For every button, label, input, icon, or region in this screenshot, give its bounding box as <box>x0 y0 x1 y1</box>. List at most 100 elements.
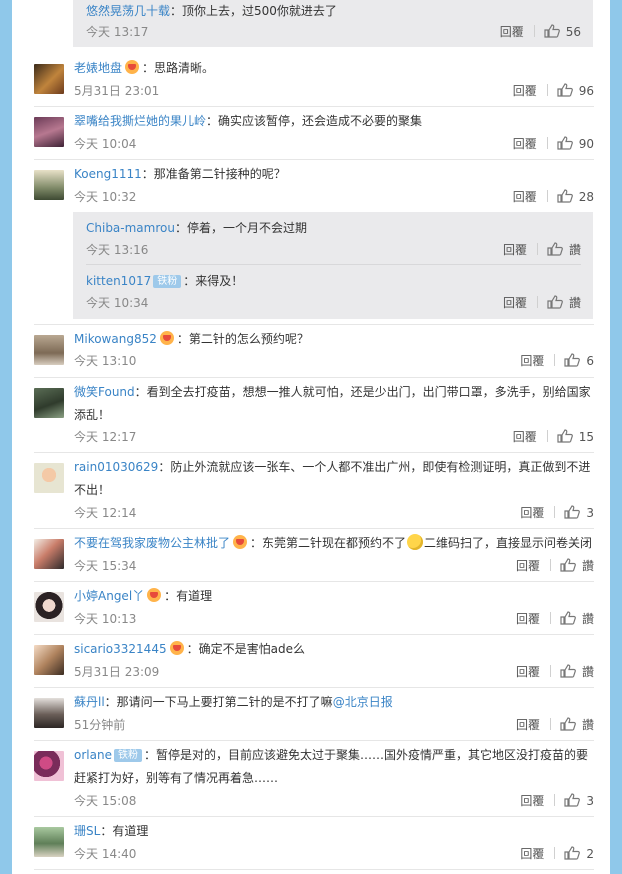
comment-text: ：确实应该暂停，还会造成不必要的聚集 <box>206 114 423 128</box>
thumbs-up-icon[interactable] <box>564 793 581 807</box>
user-link[interactable]: 微笑Found <box>74 385 135 399</box>
thumbs-up-icon[interactable] <box>560 558 576 572</box>
divider-bar <box>546 430 548 442</box>
user-link[interactable]: 蘇丹ll <box>74 695 105 709</box>
thumbs-up-icon[interactable] <box>564 846 581 860</box>
fan-badge: 铁粉 <box>113 749 142 762</box>
avatar[interactable] <box>34 751 64 781</box>
comment-actions: 回覆 3 <box>520 791 594 811</box>
user-link[interactable]: 珊SL <box>74 824 100 838</box>
user-link[interactable]: Mikowang852 <box>74 332 157 346</box>
thumbs-up-icon[interactable] <box>564 505 581 519</box>
timestamp: 51分钟前 <box>74 718 126 732</box>
user-link[interactable]: 翠嘴给我撕烂她的果儿岭 <box>74 114 206 128</box>
like-count: 15 <box>578 430 594 444</box>
comment-actions: 回覆 90 <box>513 134 594 154</box>
user-link[interactable]: 小婷Angel丫 <box>74 589 144 603</box>
avatar[interactable] <box>34 388 64 418</box>
avatar[interactable] <box>34 827 64 857</box>
reply-button[interactable]: 回覆 <box>500 25 524 39</box>
user-link[interactable]: 悠然晃荡几十载 <box>86 4 170 18</box>
thumbs-up-icon[interactable] <box>557 429 573 443</box>
user-link[interactable]: sicario3321445 <box>74 642 167 656</box>
like-count: 讚 <box>581 718 594 732</box>
comment-text: ：思路清晰。 <box>142 61 215 75</box>
avatar[interactable] <box>34 64 64 94</box>
comment-item: 翠嘴给我撕烂她的果儿岭：确实应该暂停，还会造成不必要的聚集 今天 10:04 回… <box>12 107 610 159</box>
divider <box>34 869 594 870</box>
thumbs-up-icon[interactable] <box>560 717 576 731</box>
reply-button[interactable]: 回覆 <box>516 559 540 573</box>
reply-button[interactable]: 回覆 <box>513 430 537 444</box>
comment-content: rain01030629：防止外流就应该一张车、一个人都不准出广州，即使有检测证… <box>74 456 594 502</box>
comment-item: 微笑Found：看到全去打疫苗，想想一推人就可怕，还是少出门，出门带口罩，多洗手… <box>12 378 610 452</box>
thumbs-up-icon[interactable] <box>560 664 576 678</box>
comment-actions: 回覆 讚 <box>516 715 594 735</box>
comment-text: ：那准备第二针接种的呢？ <box>141 167 286 181</box>
thumbs-up-icon[interactable] <box>544 24 560 38</box>
avatar[interactable] <box>34 463 64 493</box>
comment-content: 翠嘴给我撕烂她的果儿岭：确实应该暂停，还会造成不必要的聚集 <box>74 110 594 133</box>
reply-button[interactable]: 回覆 <box>516 718 540 732</box>
comment-text: ：第二针的怎么预约呢？ <box>176 332 309 346</box>
reply-button[interactable]: 回覆 <box>503 243 527 257</box>
reply-button[interactable]: 回覆 <box>520 354 544 368</box>
reply-button[interactable]: 回覆 <box>513 190 537 204</box>
comment-text: ：停着，一个月不会过期 <box>174 221 307 235</box>
vip-icon <box>169 641 184 655</box>
reply-button[interactable]: 回覆 <box>520 506 544 520</box>
user-link[interactable]: 不要在驾我家废物公主林批了 <box>74 536 230 550</box>
reply-button[interactable]: 回覆 <box>516 665 540 679</box>
timestamp: 今天 10:34 <box>86 296 149 310</box>
reply-button[interactable]: 回覆 <box>513 84 537 98</box>
comment-content: 微笑Found：看到全去打疫苗，想想一推人就可怕，还是少出门，出门带口罩，多洗手… <box>74 381 594 427</box>
avatar[interactable] <box>34 335 64 365</box>
user-link[interactable]: 老婊地盘 <box>74 61 122 75</box>
reply-button[interactable]: 回覆 <box>513 137 537 151</box>
like-count: 3 <box>586 794 594 808</box>
thumbs-up-icon[interactable] <box>547 242 563 256</box>
comment-text: ：确定不是害怕ade么 <box>186 642 305 656</box>
fan-badge: 铁粉 <box>153 275 182 288</box>
comment-actions: 回覆 讚 <box>516 556 594 576</box>
thumbs-up-icon[interactable] <box>564 353 581 367</box>
divider-bar <box>554 506 556 518</box>
comment-actions: 回覆 15 <box>513 427 594 447</box>
thumbs-up-icon[interactable] <box>557 83 573 97</box>
sub-reply-block: 悠然晃荡几十载：顶你上去，过500你就进去了 今天 13:17 回覆 56 <box>73 0 593 47</box>
vip-icon <box>159 331 174 345</box>
avatar[interactable] <box>34 170 64 200</box>
like-count: 讚 <box>581 665 594 679</box>
thumbs-up-icon[interactable] <box>557 136 573 150</box>
reply-button[interactable]: 回覆 <box>503 296 527 310</box>
thumbs-up-icon[interactable] <box>547 295 563 309</box>
reply-button[interactable]: 回覆 <box>520 794 544 808</box>
avatar[interactable] <box>34 117 64 147</box>
user-link[interactable]: kitten1017 <box>86 274 151 288</box>
comment-item: rain01030629：防止外流就应该一张车、一个人都不准出广州，即使有检测证… <box>12 453 610 527</box>
comment-text: ：有道理 <box>100 824 149 838</box>
avatar[interactable] <box>34 539 64 569</box>
comment-content: orlane 铁粉 ：暂停是对的，目前应该避免太过于聚集……国外疫情严重，其它地区没… <box>74 744 594 790</box>
divider-bar <box>554 847 556 859</box>
thumbs-up-icon[interactable] <box>557 189 573 203</box>
comment-panel: 悠然晃荡几十载：顶你上去，过500你就进去了 今天 13:17 回覆 56 老婊地… <box>12 0 610 874</box>
thumbs-up-icon[interactable] <box>560 611 576 625</box>
mention-link[interactable]: @北京日报 <box>333 695 393 709</box>
timestamp: 今天 10:13 <box>74 612 137 626</box>
user-link[interactable]: Koeng1111 <box>74 167 142 181</box>
user-link[interactable]: orlane <box>74 748 112 762</box>
avatar[interactable] <box>34 592 64 622</box>
avatar[interactable] <box>34 645 64 675</box>
divider-bar <box>549 718 551 730</box>
comment-actions: 回覆 2 <box>520 844 594 864</box>
reply-button[interactable]: 回覆 <box>516 612 540 626</box>
divider-bar <box>536 243 538 255</box>
timestamp: 今天 13:17 <box>86 25 149 39</box>
user-link[interactable]: Chiba-mamrou <box>86 221 175 235</box>
avatar[interactable] <box>34 698 64 728</box>
user-link[interactable]: rain01030629 <box>74 460 158 474</box>
reply-button[interactable]: 回覆 <box>520 847 544 861</box>
comment-actions: 回覆 讚 <box>516 662 594 682</box>
comment-content: Mikowang852 ：第二针的怎么预约呢？ <box>74 328 594 351</box>
